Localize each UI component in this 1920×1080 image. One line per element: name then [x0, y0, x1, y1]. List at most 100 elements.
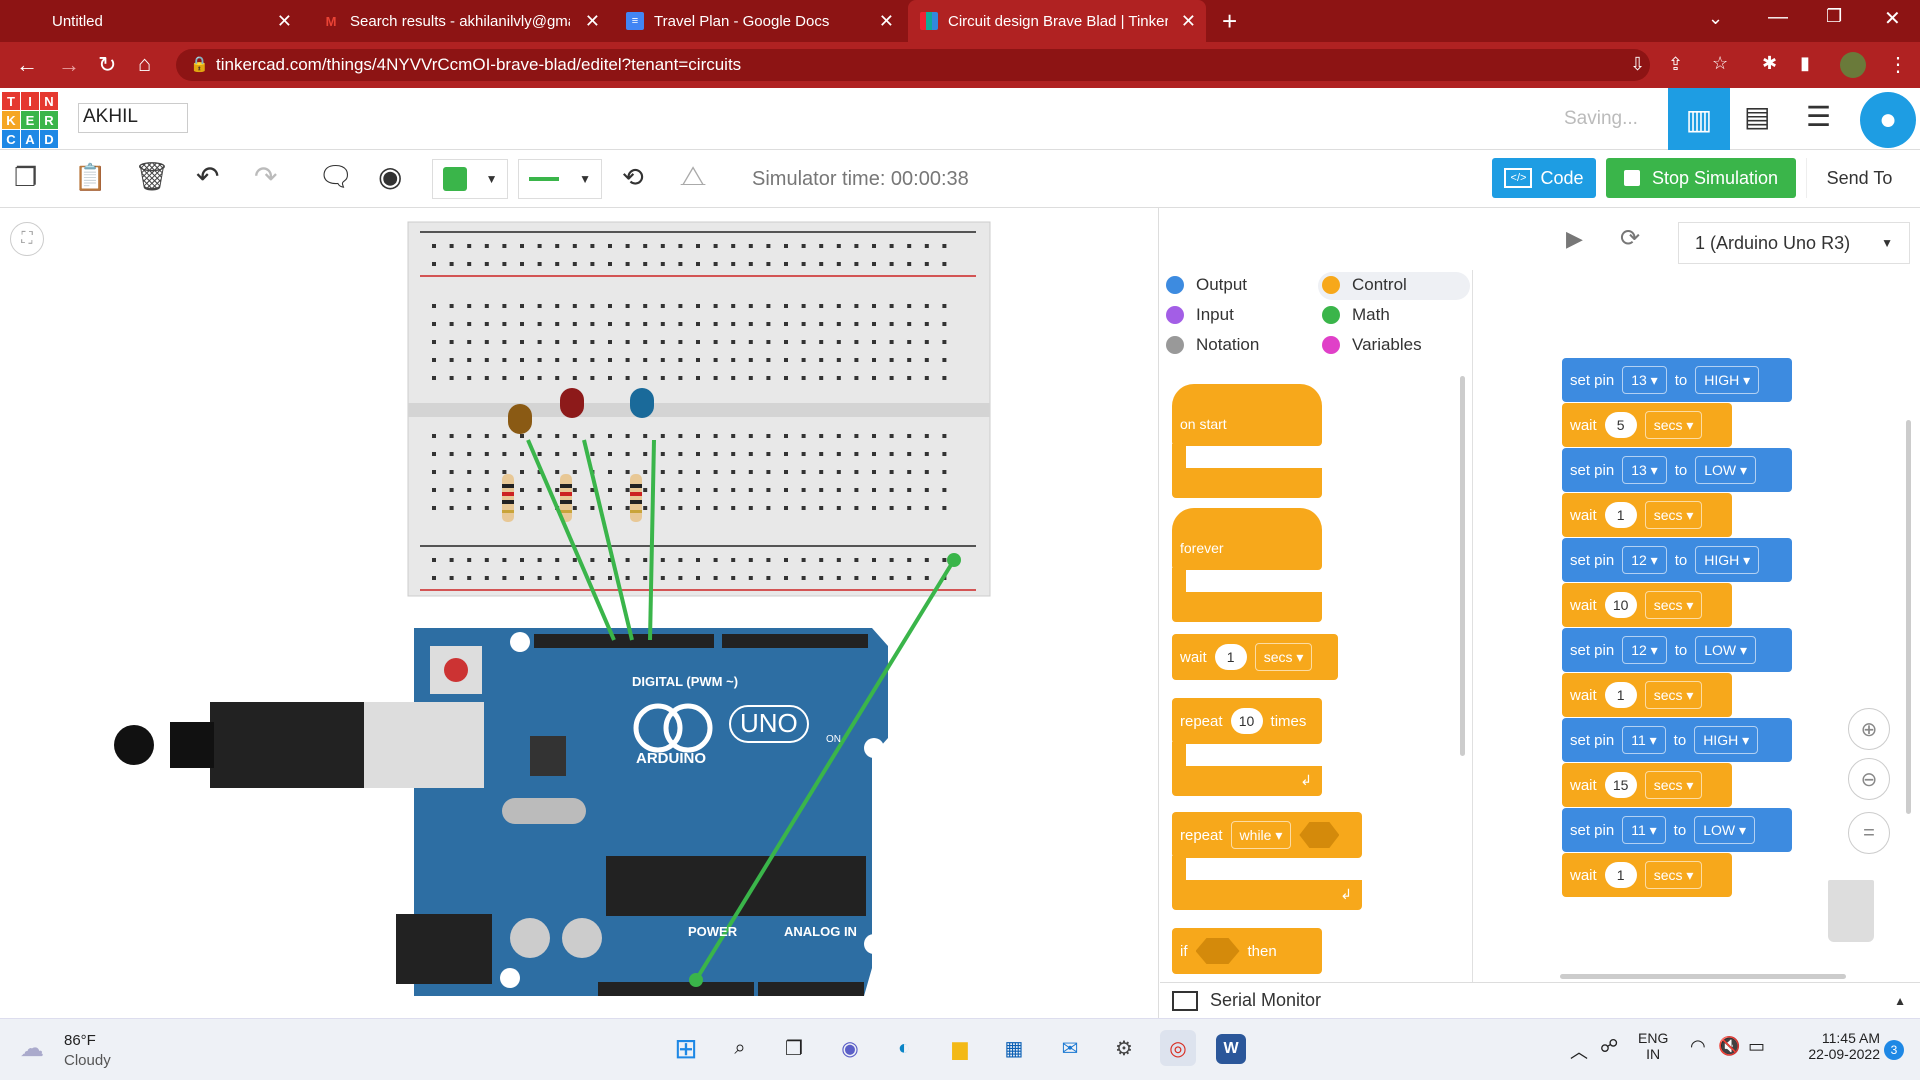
back-icon[interactable]: ← — [16, 52, 38, 78]
palette-scrollbar[interactable] — [1460, 376, 1465, 756]
temperature[interactable]: 86°F — [64, 1032, 96, 1049]
set-pin-block[interactable]: set pin 11 ▾ to LOW ▾ — [1562, 808, 1792, 852]
pin-dropdown[interactable]: 11 ▾ — [1622, 816, 1666, 844]
state-dropdown[interactable]: HIGH ▾ — [1695, 546, 1760, 574]
settings-icon[interactable]: ⚙ — [1106, 1030, 1142, 1066]
wait-block[interactable]: wait 1 secs ▾ — [1562, 853, 1732, 897]
condition-slot[interactable] — [1299, 822, 1340, 848]
redo-icon[interactable]: ↷ — [254, 160, 277, 193]
category-math[interactable]: Math — [1322, 305, 1390, 325]
notification-badge[interactable]: 3 — [1884, 1040, 1904, 1060]
stop-simulation-button[interactable]: Stop Simulation — [1606, 158, 1796, 198]
tinkercad-logo[interactable]: T I N K E R C A D — [2, 92, 58, 148]
wait-value[interactable]: 5 — [1604, 412, 1637, 438]
home-icon[interactable]: ⌂ — [138, 51, 151, 77]
state-dropdown[interactable]: HIGH ▾ — [1695, 366, 1760, 394]
bookmark-icon[interactable]: ☆ — [1712, 53, 1728, 74]
while-dropdown[interactable]: while ▾ — [1230, 821, 1292, 849]
chrome-icon[interactable]: ◎ — [1160, 1030, 1196, 1066]
unit-dropdown[interactable]: secs ▾ — [1644, 501, 1703, 529]
send-to-button[interactable]: Send To — [1806, 158, 1912, 198]
state-dropdown[interactable]: LOW ▾ — [1695, 636, 1757, 664]
schematic-view-icon[interactable]: ▤ — [1744, 100, 1770, 133]
pin-dropdown[interactable]: 13 ▾ — [1622, 456, 1667, 484]
block-wait[interactable]: wait 1 secs ▾ — [1172, 634, 1338, 680]
component-list-icon[interactable]: ☰ — [1806, 100, 1831, 133]
delete-icon[interactable]: 🗑 — [134, 160, 170, 193]
copy-icon[interactable]: ❐ — [14, 162, 37, 193]
search-icon[interactable]: ⌕ — [722, 1030, 758, 1066]
unit-dropdown[interactable]: secs ▾ — [1254, 643, 1313, 671]
code-button[interactable]: </> Code — [1492, 158, 1596, 198]
tab-gmail[interactable]: M Search results - akhilanilvly@gma ✕ — [310, 0, 610, 42]
wait-value[interactable]: 1 — [1604, 502, 1637, 528]
set-pin-block[interactable]: set pin 13 ▾ to HIGH ▾ — [1562, 358, 1792, 402]
block-on-start[interactable]: on start — [1172, 384, 1322, 498]
edge-icon[interactable]: ◐ — [886, 1030, 922, 1066]
wait-block[interactable]: wait 5 secs ▾ — [1562, 403, 1732, 447]
state-dropdown[interactable]: HIGH ▾ — [1694, 726, 1759, 754]
close-tab-icon[interactable]: ✕ — [277, 11, 292, 32]
paste-icon[interactable]: 📋 — [74, 162, 106, 193]
unit-dropdown[interactable]: secs ▾ — [1644, 771, 1703, 799]
block-if-then[interactable]: if then — [1172, 928, 1322, 974]
block-forever[interactable]: forever — [1172, 508, 1322, 622]
category-variables[interactable]: Variables — [1322, 335, 1422, 355]
reset-zoom-icon[interactable]: = — [1848, 812, 1890, 854]
maximize-button[interactable]: ❐ — [1826, 6, 1842, 27]
set-pin-block[interactable]: set pin 12 ▾ to HIGH ▾ — [1562, 538, 1792, 582]
close-tab-icon[interactable]: ✕ — [1181, 11, 1196, 32]
battery-icon[interactable]: ▭ — [1748, 1036, 1765, 1057]
wait-value[interactable]: 1 — [1214, 644, 1247, 670]
clock[interactable]: 11:45 AM 22-09-2022 — [1788, 1030, 1880, 1062]
wait-block[interactable]: wait 1 secs ▾ — [1562, 493, 1732, 537]
wait-block[interactable]: wait 10 secs ▾ — [1562, 583, 1732, 627]
unit-dropdown[interactable]: secs ▾ — [1644, 681, 1703, 709]
zoom-out-icon[interactable]: ⊖ — [1848, 758, 1890, 800]
state-dropdown[interactable]: LOW ▾ — [1694, 816, 1755, 844]
tab-docs[interactable]: ≡ Travel Plan - Google Docs ✕ — [614, 0, 904, 42]
step-icon[interactable]: ▶︎ — [1566, 226, 1583, 252]
set-pin-block[interactable]: set pin 13 ▾ to LOW ▾ — [1562, 448, 1792, 492]
network-status-icon[interactable]: ☍ — [1600, 1036, 1618, 1057]
language-indicator[interactable]: ENG IN — [1638, 1030, 1668, 1062]
weather[interactable]: Cloudy — [64, 1052, 111, 1069]
user-avatar[interactable]: ● — [1860, 92, 1916, 148]
category-output[interactable]: Output — [1166, 275, 1247, 295]
pin-dropdown[interactable]: 13 ▾ — [1622, 366, 1667, 394]
unit-dropdown[interactable]: secs ▾ — [1644, 591, 1703, 619]
chat-icon[interactable]: ◉ — [832, 1030, 868, 1066]
wait-block[interactable]: wait 15 secs ▾ — [1562, 763, 1732, 807]
unit-dropdown[interactable]: secs ▾ — [1644, 411, 1703, 439]
unit-dropdown[interactable]: secs ▾ — [1644, 861, 1703, 889]
repeat-value[interactable]: 10 — [1230, 708, 1263, 734]
minimize-button[interactable]: — — [1768, 6, 1788, 29]
install-icon[interactable]: ⇩ — [1630, 54, 1645, 75]
wifi-icon[interactable]: ◠ — [1690, 1036, 1706, 1057]
wait-value[interactable]: 1 — [1604, 862, 1637, 888]
wait-value[interactable]: 1 — [1604, 682, 1637, 708]
set-pin-block[interactable]: set pin 11 ▾ to HIGH ▾ — [1562, 718, 1792, 762]
close-tab-icon[interactable]: ✕ — [585, 11, 600, 32]
close-window-button[interactable]: ✕ — [1884, 6, 1901, 31]
circuit-canvas[interactable]: ⛶ DIGITAL (PWM ~) ARDUINO UNO ON POWER A… — [0, 208, 1158, 1018]
url-input[interactable]: 🔒 tinkercad.com/things/4NYVVrCcmOI-brave… — [176, 49, 1650, 81]
undo-icon[interactable]: ↶ — [196, 160, 219, 193]
extensions-icon[interactable]: ✱ — [1762, 53, 1777, 74]
wait-value[interactable]: 15 — [1604, 772, 1637, 798]
category-control[interactable]: Control — [1322, 275, 1407, 295]
close-tab-icon[interactable]: ✕ — [879, 11, 894, 32]
wire-type-picker[interactable]: ▼ — [518, 159, 602, 199]
set-pin-block[interactable]: set pin 12 ▾ to LOW ▾ — [1562, 628, 1792, 672]
script-vscroll[interactable] — [1906, 420, 1911, 814]
menu-icon[interactable]: ⋮ — [1888, 52, 1908, 77]
block-repeat-while[interactable]: repeat while ▾ ↲ — [1172, 812, 1362, 912]
volume-icon[interactable]: 🔇 — [1718, 1036, 1740, 1057]
circuit-view-icon[interactable]: ▥ — [1668, 88, 1730, 150]
state-dropdown[interactable]: LOW ▾ — [1695, 456, 1757, 484]
task-view-icon[interactable]: ❐ — [776, 1030, 812, 1066]
wait-block[interactable]: wait 1 secs ▾ — [1562, 673, 1732, 717]
trash-icon[interactable] — [1828, 880, 1874, 942]
rotate-icon[interactable]: ⟲ — [622, 162, 644, 193]
wait-value[interactable]: 10 — [1604, 592, 1637, 618]
